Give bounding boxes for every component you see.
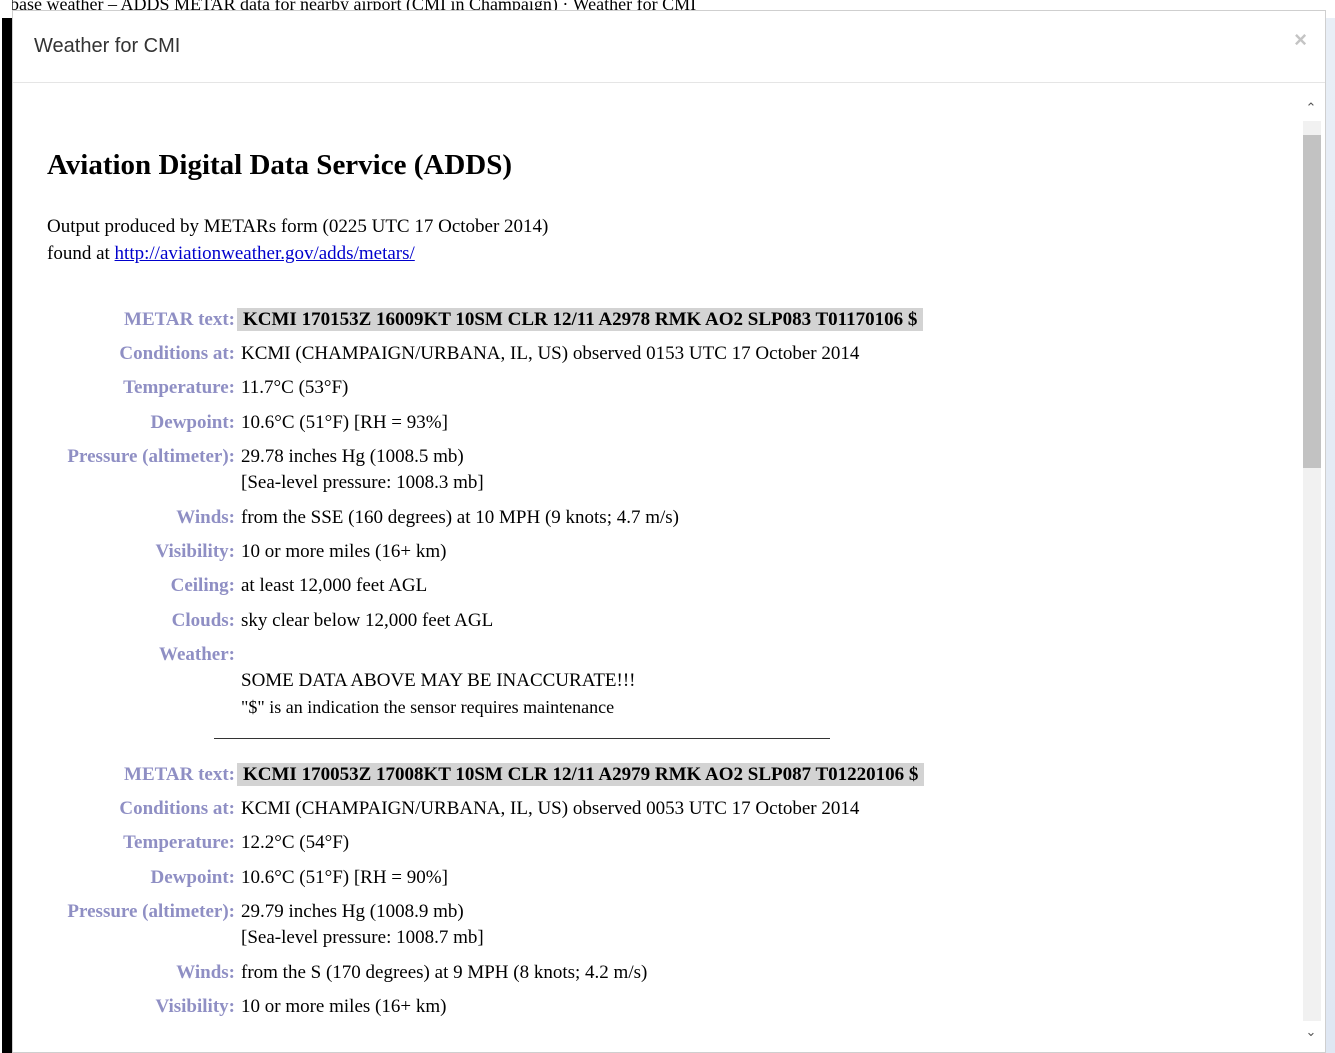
pressure-value: 29.78 inches Hg (1008.5 mb) <box>241 446 464 467</box>
sea-level-row: [Sea-level pressure: 1008.7 mb] <box>47 925 1247 955</box>
metar-text: KCMI 170153Z 16009KT 10SM CLR 12/11 A297… <box>237 308 924 331</box>
visibility-label: Visibility: <box>155 541 235 562</box>
winds-row: Winds: from the SSE (160 degrees) at 10 … <box>47 505 1247 535</box>
close-icon[interactable]: × <box>1294 27 1307 53</box>
chevron-down-icon[interactable]: ⌄ <box>1303 1025 1319 1041</box>
chevron-up-icon[interactable]: ⌃ <box>1303 101 1319 117</box>
ceiling-row: Ceiling: at least 12,000 feet AGL <box>47 573 1247 603</box>
metar-row: METAR text: KCMI 170153Z 16009KT 10SM CL… <box>47 307 1247 337</box>
temperature-label: Temperature: <box>123 377 235 398</box>
metar-row: METAR text: KCMI 170053Z 17008KT 10SM CL… <box>47 762 1247 792</box>
adds-title: Aviation Digital Data Service (ADDS) <box>47 149 513 181</box>
metar-value: KCMI 170153Z 16009KT 10SM CLR 12/11 A297… <box>237 307 924 333</box>
temperature-row: Temperature: 11.7°C (53°F) <box>47 375 1247 405</box>
winds-value: from the SSE (160 degrees) at 10 MPH (9 … <box>241 507 680 528</box>
scroll-thumb[interactable] <box>1303 135 1321 468</box>
pressure-label: Pressure (altimeter): <box>67 901 235 922</box>
winds-row: Winds: from the S (170 degrees) at 9 MPH… <box>47 960 1247 990</box>
conditions-label: Conditions at: <box>119 798 235 819</box>
intro-link-line: found at http://aviationweather.gov/adds… <box>47 240 548 267</box>
visibility-value: 10 or more miles (16+ km) <box>241 541 447 562</box>
dewpoint-row: Dewpoint: 10.6°C (51°F) [RH = 93%] <box>47 410 1247 440</box>
warning-note-row: "$" is an indication the sensor requires… <box>47 694 1247 724</box>
conditions-label: Conditions at: <box>119 343 235 364</box>
conditions-value: KCMI (CHAMPAIGN/URBANA, IL, US) observed… <box>241 343 860 364</box>
temperature-value: 11.7°C (53°F) <box>241 377 349 398</box>
background-left-edge <box>0 0 12 1053</box>
dewpoint-row: Dewpoint: 10.6°C (51°F) [RH = 90%] <box>47 865 1247 895</box>
conditions-value: KCMI (CHAMPAIGN/URBANA, IL, US) observed… <box>241 798 860 819</box>
metar-text: KCMI 170053Z 17008KT 10SM CLR 12/11 A297… <box>237 763 925 786</box>
weather-label: Weather: <box>159 644 235 665</box>
clouds-row: Clouds: sky clear below 12,000 feet AGL <box>47 608 1247 638</box>
winds-label: Winds: <box>176 962 235 983</box>
report-divider <box>214 738 830 739</box>
metar-value: KCMI 170053Z 17008KT 10SM CLR 12/11 A297… <box>237 762 925 788</box>
visibility-label: Visibility: <box>155 996 235 1017</box>
dewpoint-value: 10.6°C (51°F) [RH = 93%] <box>241 412 448 433</box>
weather-modal: Weather for CMI × Aviation Digital Data … <box>12 10 1326 1053</box>
clouds-label: Clouds: <box>171 610 235 631</box>
temperature-row: Temperature: 12.2°C (54°F) <box>47 830 1247 860</box>
intro-line: Output produced by METARs form (0225 UTC… <box>47 216 549 237</box>
modal-header: Weather for CMI × <box>13 11 1325 83</box>
scrollbar[interactable]: ⌃ ⌄ <box>1297 101 1325 1041</box>
conditions-row: Conditions at: KCMI (CHAMPAIGN/URBANA, I… <box>47 341 1247 371</box>
ceiling-value: at least 12,000 feet AGL <box>241 575 428 596</box>
dewpoint-label: Dewpoint: <box>150 412 235 433</box>
conditions-row: Conditions at: KCMI (CHAMPAIGN/URBANA, I… <box>47 796 1247 826</box>
temperature-label: Temperature: <box>123 832 235 853</box>
modal-body[interactable]: Aviation Digital Data Service (ADDS) Out… <box>13 83 1325 1052</box>
metar-label: METAR text: <box>124 764 235 785</box>
sea-level-value: [Sea-level pressure: 1008.3 mb] <box>241 472 484 493</box>
visibility-row: Visibility: 10 or more miles (16+ km) <box>47 994 1247 1024</box>
pressure-label: Pressure (altimeter): <box>67 446 235 467</box>
intro-prefix: found at <box>47 243 115 264</box>
ceiling-label: Ceiling: <box>170 575 235 596</box>
sea-level-row: [Sea-level pressure: 1008.3 mb] <box>47 470 1247 500</box>
visibility-value: 10 or more miles (16+ km) <box>241 996 447 1017</box>
metars-link[interactable]: http://aviationweather.gov/adds/metars/ <box>115 243 415 264</box>
adds-intro: Output produced by METARs form (0225 UTC… <box>47 213 548 267</box>
winds-label: Winds: <box>176 507 235 528</box>
sea-level-value: [Sea-level pressure: 1008.7 mb] <box>241 927 484 948</box>
warning-text: SOME DATA ABOVE MAY BE INACCURATE!!! <box>241 670 636 691</box>
modal-title: Weather for CMI <box>34 35 181 57</box>
background-right-edge <box>1326 18 1335 1053</box>
visibility-row: Visibility: 10 or more miles (16+ km) <box>47 539 1247 569</box>
temperature-value: 12.2°C (54°F) <box>241 832 350 853</box>
dewpoint-value: 10.6°C (51°F) [RH = 90%] <box>241 867 448 888</box>
clouds-value: sky clear below 12,000 feet AGL <box>241 610 494 631</box>
warning-note: "$" is an indication the sensor requires… <box>241 697 615 717</box>
pressure-value: 29.79 inches Hg (1008.9 mb) <box>241 901 464 922</box>
metar-label: METAR text: <box>124 309 235 330</box>
winds-value: from the S (170 degrees) at 9 MPH (8 kno… <box>241 962 648 983</box>
dewpoint-label: Dewpoint: <box>150 867 235 888</box>
